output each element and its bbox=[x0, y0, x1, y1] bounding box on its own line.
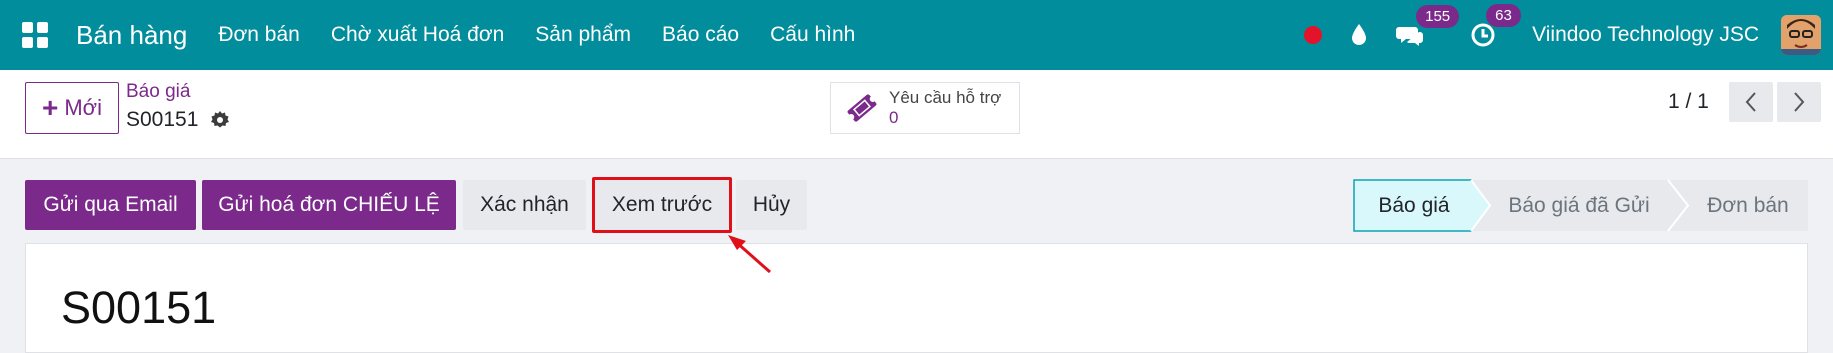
send-proforma-button[interactable]: Gửi hoá đơn CHIẾU LỆ bbox=[202, 180, 456, 230]
apps-icon[interactable] bbox=[22, 22, 48, 48]
stage-bao-gia-da-gui[interactable]: Báo giá đã Gửi bbox=[1490, 180, 1668, 231]
breadcrumb-current: S00151 bbox=[126, 108, 230, 132]
top-navbar: Bán hàng Đơn bán Chờ xuất Hoá đơn Sản ph… bbox=[0, 0, 1833, 70]
chat-icon bbox=[1396, 27, 1424, 46]
chevron-right-icon bbox=[1794, 92, 1805, 112]
menu-cau-hinh[interactable]: Cấu hình bbox=[770, 23, 855, 47]
ticket-icon bbox=[845, 93, 879, 123]
app-name[interactable]: Bán hàng bbox=[76, 20, 187, 51]
send-email-button[interactable]: Gửi qua Email bbox=[25, 180, 196, 230]
stage-bao-gia[interactable]: Báo giá bbox=[1354, 180, 1474, 231]
messages-button[interactable]: 155 bbox=[1396, 5, 1460, 47]
support-request-count: 0 bbox=[889, 108, 899, 127]
support-request-button[interactable]: Yêu cầu hỗ trợ 0 bbox=[830, 82, 1020, 134]
activities-count-badge: 63 bbox=[1486, 4, 1521, 27]
menu-cho-xuat-hoa-don[interactable]: Chờ xuất Hoá đơn bbox=[331, 23, 504, 47]
control-panel: + Mới Báo giá S00151 Yêu cầu hỗ trợ 0 1 … bbox=[0, 70, 1833, 159]
support-request-label: Yêu cầu hỗ trợ bbox=[889, 88, 1002, 107]
pager-previous-button[interactable] bbox=[1729, 82, 1773, 122]
messages-count-badge: 155 bbox=[1416, 5, 1460, 28]
company-switcher[interactable]: Viindoo Technology JSC bbox=[1532, 23, 1759, 47]
breadcrumb-parent[interactable]: Báo giá bbox=[126, 81, 190, 103]
menu-san-pham[interactable]: Sản phẩm bbox=[535, 23, 631, 47]
breadcrumb-current-label: S00151 bbox=[126, 108, 199, 131]
avatar[interactable] bbox=[1781, 15, 1821, 55]
pager-value[interactable]: 1 / 1 bbox=[1668, 90, 1709, 114]
cancel-button[interactable]: Hủy bbox=[736, 180, 807, 230]
plus-icon: + bbox=[42, 92, 59, 123]
confirm-button[interactable]: Xác nhận bbox=[463, 180, 586, 230]
menu-bao-cao[interactable]: Báo cáo bbox=[662, 23, 739, 47]
new-button-label: Mới bbox=[64, 95, 102, 120]
form-sheet: S00151 bbox=[25, 243, 1808, 353]
pager-next-button[interactable] bbox=[1777, 82, 1821, 122]
document-title: S00151 bbox=[61, 282, 217, 333]
drop-icon[interactable] bbox=[1350, 23, 1368, 47]
stage-don-ban[interactable]: Đơn bán bbox=[1688, 180, 1808, 231]
chevron-left-icon bbox=[1745, 92, 1756, 112]
menu-don-ban[interactable]: Đơn bán bbox=[218, 23, 300, 47]
gear-icon[interactable] bbox=[210, 110, 230, 130]
new-button[interactable]: + Mới bbox=[25, 82, 119, 134]
record-icon[interactable] bbox=[1304, 26, 1323, 44]
activities-button[interactable]: 63 bbox=[1470, 4, 1521, 48]
preview-highlight-box bbox=[592, 177, 732, 233]
